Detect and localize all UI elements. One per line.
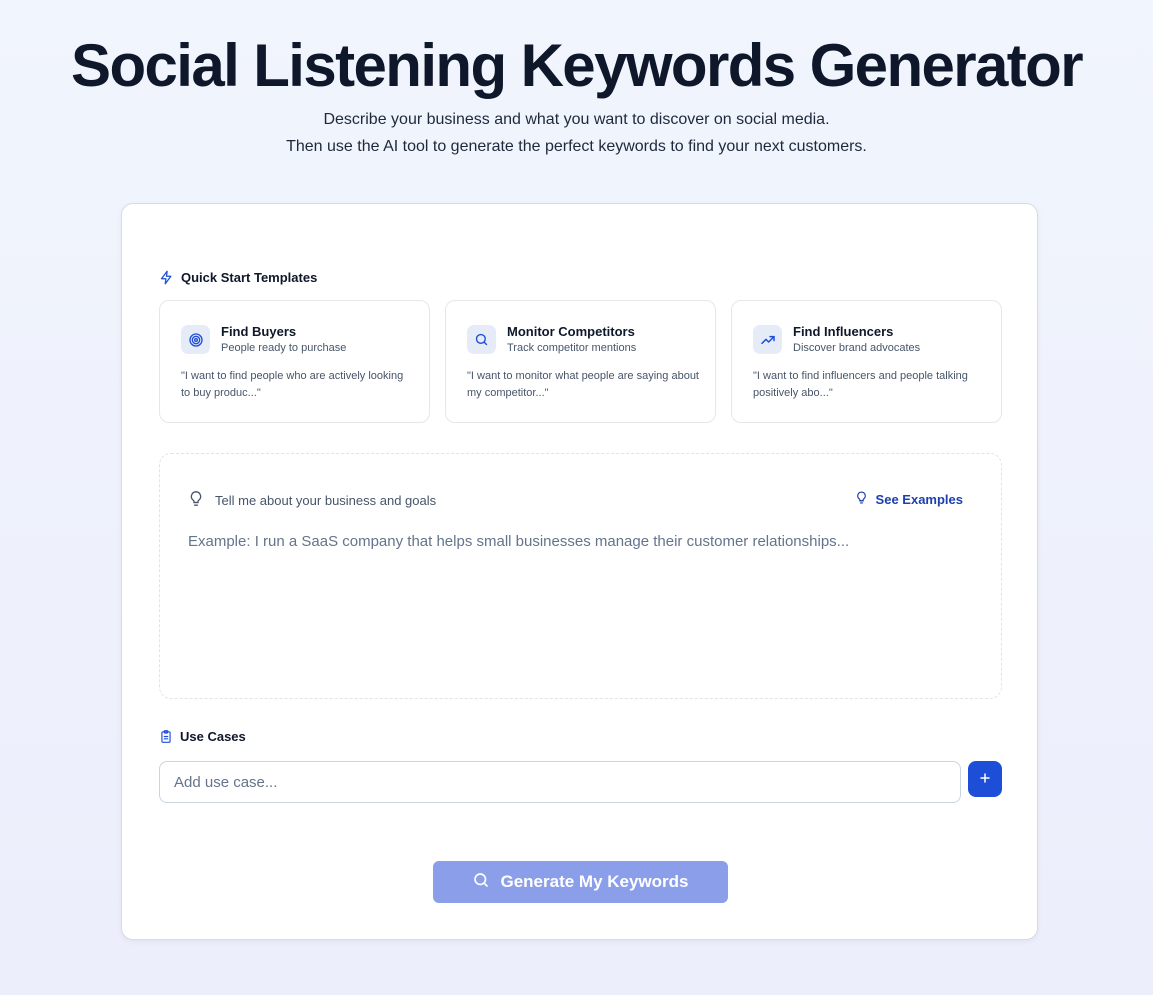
page: Social Listening Keywords Generator Desc… [0,0,1153,995]
use-cases-text: Use Cases [180,729,246,744]
page-subtitle-line2: Then use the AI tool to generate the per… [286,138,867,155]
template-description: Discover brand advocates [793,342,921,354]
trending-up-icon [753,325,782,354]
lightning-icon [159,270,174,285]
search-icon [472,871,490,894]
lightbulb-icon [188,490,204,510]
business-goals-label: Tell me about your business and goals [188,490,436,510]
quick-start-text: Quick Start Templates [181,270,318,285]
page-title: Social Listening Keywords Generator [71,32,1084,99]
page-subtitle-line1: Describe your business and what you want… [323,111,830,128]
template-title: Monitor Competitors [507,324,635,339]
quick-start-label: Quick Start Templates [159,270,317,285]
target-icon [181,325,210,354]
template-find-buyers[interactable]: Find Buyers People ready to purchase "I … [159,300,430,423]
use-cases-label: Use Cases [159,729,246,744]
generate-keywords-button[interactable]: Generate My Keywords [433,861,728,903]
use-case-input[interactable] [159,761,961,803]
plus-icon [979,772,991,787]
template-description: People ready to purchase [221,342,347,354]
business-goals-text: Tell me about your business and goals [215,492,437,508]
template-title: Find Influencers [793,324,894,339]
clipboard-icon [159,729,173,744]
template-quote: "I want to find people who are actively … [181,370,404,399]
generate-keywords-label: Generate My Keywords [500,872,689,891]
see-examples-label: See Examples [875,491,963,507]
template-monitor-competitors[interactable]: Monitor Competitors Track competitor men… [445,300,716,423]
template-description: Track competitor mentions [507,342,637,354]
see-examples-link[interactable]: See Examples [855,490,963,508]
search-icon [467,325,496,354]
business-goals-box: Tell me about your business and goals Se… [159,453,1002,699]
template-find-influencers[interactable]: Find Influencers Discover brand advocate… [731,300,1002,423]
generator-card: Quick Start Templates Find Buyers People… [121,203,1038,940]
add-use-case-button[interactable] [968,761,1002,797]
business-goals-textarea[interactable] [188,533,968,673]
lightbulb-icon [855,490,868,508]
template-title: Find Buyers [221,324,297,339]
template-quote: "I want to find influencers and people t… [753,370,968,399]
template-quote: "I want to monitor what people are sayin… [467,370,699,399]
